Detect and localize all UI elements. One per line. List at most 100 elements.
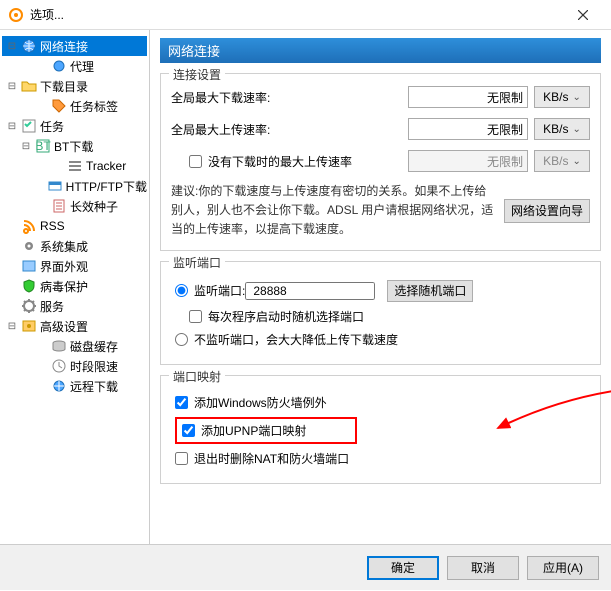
window-title: 选项... [30,6,563,23]
nav-services[interactable]: ·服务 [2,296,147,316]
panel-title: 网络连接 [160,38,601,63]
random-port-button[interactable]: 选择随机端口 [387,280,473,302]
nav-label: HTTP/FTP下载 [66,178,147,195]
dialog-footer: 确定 取消 应用(A) [0,544,611,590]
nav-rss[interactable]: ·RSS [2,216,147,236]
list-icon [67,158,83,174]
nav-label: 下载目录 [40,78,88,95]
nav-tasks[interactable]: ⊟任务 [2,116,147,136]
sidebar: ⊟网络连接 ·代理 ⊟下载目录 ·任务标签 ⊟任务 ⊟BTBT下载 ·Track… [0,30,150,544]
add-upnp-checkbox[interactable] [182,424,195,437]
nav-label: 磁盘缓存 [70,338,118,355]
nav-remote[interactable]: ·远程下载 [2,376,147,396]
nav-proxy[interactable]: ·代理 [2,56,147,76]
random-each-start-checkbox[interactable] [189,310,202,323]
apply-button[interactable]: 应用(A) [527,556,599,580]
no-listen-label: 不监听端口，会大大降低上传下载速度 [194,331,398,348]
folder-icon [21,78,37,94]
nav-label: BT下载 [54,138,93,155]
svg-text:BT: BT [35,139,51,153]
bt-icon: BT [35,138,51,154]
task-icon [21,118,37,134]
nav-schedule-limit[interactable]: ·时段限速 [2,356,147,376]
adv-icon [21,318,37,334]
nav-label: Tracker [86,159,126,173]
nav-bt[interactable]: ⊟BTBT下载 [2,136,147,156]
nav-label: 高级设置 [40,318,88,335]
shield-icon [21,278,37,294]
disk-icon [51,338,67,354]
nav-appearance[interactable]: ·界面外观 [2,256,147,276]
gear-icon [21,238,37,254]
nav-label: 服务 [40,298,64,315]
gear-icon [21,298,37,314]
nav-network[interactable]: ⊟网络连接 [2,36,147,56]
delete-nat-label: 退出时删除NAT和防火墙端口 [194,450,349,467]
nav-http[interactable]: ·HTTP/FTP下载 [2,176,147,196]
no-listen-radio[interactable] [175,333,188,346]
nav-label: 远程下载 [70,378,118,395]
max-dl-label: 全局最大下载速率: [171,89,321,106]
max-ul-label: 全局最大上传速率: [171,121,321,138]
ok-button[interactable]: 确定 [367,556,439,580]
group-legend: 连接设置 [169,66,225,83]
globe-icon [21,38,37,54]
clock-icon [51,358,67,374]
group-legend: 端口映射 [169,368,225,385]
ui-icon [21,258,37,274]
http-icon [47,178,63,194]
listen-port-label: 监听端口: [194,282,245,299]
nav-task-tags[interactable]: ·任务标签 [2,96,147,116]
nav-antivirus[interactable]: ·病毒保护 [2,276,147,296]
max-dl-input[interactable] [408,86,528,108]
remote-icon [51,378,67,394]
nav-advanced[interactable]: ⊟高级设置 [2,316,147,336]
nav-label: 长效种子 [70,198,118,215]
cancel-button[interactable]: 取消 [447,556,519,580]
network-wizard-button[interactable]: 网络设置向导 [504,199,590,223]
random-each-label: 每次程序启动时随机选择端口 [208,308,364,325]
nav-label: 时段限速 [70,358,118,375]
port-input[interactable] [245,282,375,300]
nav-label: 系统集成 [40,238,88,255]
close-button[interactable] [563,1,603,29]
rss-icon [21,218,37,234]
nav-label: RSS [40,219,65,233]
nav-disk-cache[interactable]: ·磁盘缓存 [2,336,147,356]
max-ul-input[interactable] [408,118,528,140]
no-dl-label: 没有下载时的最大上传速率 [208,153,352,170]
no-dl-checkbox[interactable] [189,155,202,168]
tag-icon [51,98,67,114]
hint-text: 建议:你的下载速度与上传速度有密切的关系。如果不上传给别人，别人也不会让你下载。… [171,182,498,240]
group-listen-port: 监听端口 监听端口: 选择随机端口 每次程序启动时随机选择端口 不监听端口，会大… [160,261,601,365]
globe-icon [51,58,67,74]
group-legend: 监听端口 [169,254,225,271]
add-firewall-label: 添加Windows防火墙例外 [194,394,327,411]
max-dl-unit-combo[interactable]: KB/s [534,86,590,108]
nav-label: 病毒保护 [40,278,88,295]
main-panel: 网络连接 连接设置 全局最大下载速率: KB/s 全局最大上传速率: KB/s … [150,30,611,544]
delete-nat-checkbox[interactable] [175,452,188,465]
nav-label: 代理 [70,58,94,75]
seed-icon [51,198,67,214]
nav-download-dir[interactable]: ⊟下载目录 [2,76,147,96]
nav-longlife-seed[interactable]: ·长效种子 [2,196,147,216]
nav-tree: ⊟网络连接 ·代理 ⊟下载目录 ·任务标签 ⊟任务 ⊟BTBT下载 ·Track… [2,36,147,396]
nav-label: 任务标签 [70,98,118,115]
app-icon [8,7,24,23]
nav-label: 任务 [40,118,64,135]
add-upnp-label: 添加UPNP端口映射 [201,422,306,439]
group-connection: 连接设置 全局最大下载速率: KB/s 全局最大上传速率: KB/s 没有下载时… [160,73,601,251]
listen-port-radio[interactable] [175,284,188,297]
max-ul-unit-combo[interactable]: KB/s [534,118,590,140]
group-port-mapping: 端口映射 添加Windows防火墙例外 添加UPNP端口映射 退出时删除NAT和… [160,375,601,484]
add-firewall-checkbox[interactable] [175,396,188,409]
nav-tracker[interactable]: ·Tracker [2,156,147,176]
nav-label: 界面外观 [40,258,88,275]
no-dl-input [408,150,528,172]
upnp-highlight: 添加UPNP端口映射 [175,417,357,444]
no-dl-unit-combo: KB/s [534,150,590,172]
nav-sys-integration[interactable]: ·系统集成 [2,236,147,256]
titlebar: 选项... [0,0,611,30]
nav-label: 网络连接 [40,38,88,55]
